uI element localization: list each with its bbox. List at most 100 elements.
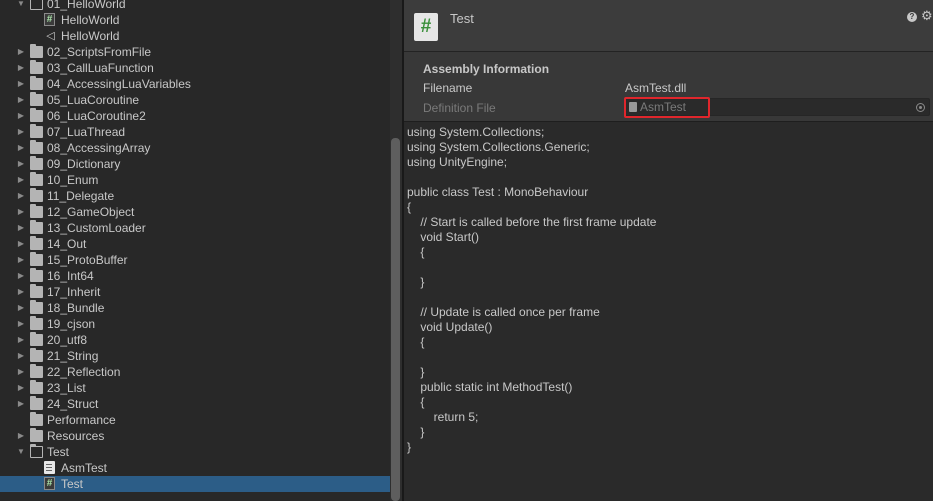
chevron-right-icon[interactable]: ▶ <box>16 332 26 348</box>
csharp-script-icon: # <box>414 13 438 41</box>
folder-icon <box>30 236 43 250</box>
chevron-down-icon[interactable]: ▼ <box>16 444 26 460</box>
filename-value: AsmTest.dll <box>625 81 687 95</box>
tree-item[interactable]: ▶ 20_utf8 <box>0 332 390 348</box>
assembly-information-section: Assembly Information Filename AsmTest.dl… <box>404 53 933 121</box>
tree-item[interactable]: AsmTest <box>0 460 390 476</box>
chevron-right-icon[interactable]: ▶ <box>16 348 26 364</box>
tree-item-label: HelloWorld <box>61 13 120 27</box>
tree-item[interactable]: ▶ 08_AccessingArray <box>0 140 390 156</box>
chevron-right-icon[interactable]: ▶ <box>16 380 26 396</box>
chevron-right-icon[interactable]: ▶ <box>16 268 26 284</box>
chevron-right-icon[interactable]: ▶ <box>16 108 26 124</box>
tree-item-label: 14_Out <box>47 237 87 251</box>
tree-item-label: 19_cjson <box>47 317 96 331</box>
tree-item[interactable]: ◁ HelloWorld <box>0 28 390 44</box>
tree-item[interactable]: ▶ 24_Struct <box>0 396 390 412</box>
tree-item[interactable]: ▶ 17_Inherit <box>0 284 390 300</box>
folder-open-icon <box>30 0 43 10</box>
tree-item-label: 15_ProtoBuffer <box>47 253 128 267</box>
tree-item-label: 20_utf8 <box>47 333 88 347</box>
chevron-right-icon[interactable]: ▶ <box>16 76 26 92</box>
tree-item[interactable]: ▼ 01_HelloWorld <box>0 0 390 12</box>
folder-icon <box>30 348 43 362</box>
chevron-right-icon[interactable]: ▶ <box>16 44 26 60</box>
tree-item[interactable]: ▶ 12_GameObject <box>0 204 390 220</box>
script-source-code: using System.Collections; using System.C… <box>407 125 657 454</box>
tree-item[interactable]: ▶ 03_CallLuaFunction <box>0 60 390 76</box>
tree-item[interactable]: ▶ 21_String <box>0 348 390 364</box>
tree-item[interactable]: ▶ 15_ProtoBuffer <box>0 252 390 268</box>
chevron-right-icon[interactable]: ▶ <box>16 140 26 156</box>
tree-item[interactable]: ▶ 18_Bundle <box>0 300 390 316</box>
chevron-right-icon[interactable]: ▶ <box>16 60 26 76</box>
tree-item-label: 11_Delegate <box>47 189 115 203</box>
project-scrollbar-thumb[interactable] <box>391 138 400 501</box>
tree-item-label: 06_LuaCoroutine2 <box>47 109 146 123</box>
chevron-right-icon[interactable]: ▶ <box>16 172 26 188</box>
folder-icon <box>30 92 43 106</box>
tree-item[interactable]: ▶ 05_LuaCoroutine <box>0 92 390 108</box>
chevron-right-icon[interactable]: ▶ <box>16 396 26 412</box>
folder-icon <box>30 300 43 314</box>
chevron-right-icon[interactable]: ▶ <box>16 364 26 380</box>
tree-item-label: 04_AccessingLuaVariables <box>47 77 191 91</box>
tree-item[interactable]: ▶ 06_LuaCoroutine2 <box>0 108 390 124</box>
csharp-script-icon: # <box>44 13 55 26</box>
tree-item[interactable]: ▶ 10_Enum <box>0 172 390 188</box>
folder-icon <box>30 76 43 90</box>
chevron-right-icon[interactable]: ▶ <box>16 156 26 172</box>
gear-icon[interactable]: ⚙ <box>921 9 933 23</box>
tree-item[interactable]: Performance <box>0 412 390 428</box>
folder-icon <box>30 156 43 170</box>
csharp-script-icon: # <box>44 477 55 490</box>
tree-item-label: AsmTest <box>61 461 108 475</box>
tree-item-label: Resources <box>47 429 105 443</box>
tree-item[interactable]: ▶ 14_Out <box>0 236 390 252</box>
scene-icon: ◁ <box>46 30 55 42</box>
folder-icon <box>30 60 43 74</box>
definition-file-label: Definition File <box>423 101 496 115</box>
chevron-right-icon[interactable]: ▶ <box>16 252 26 268</box>
tree-item[interactable]: ▶ 11_Delegate <box>0 188 390 204</box>
tree-item[interactable]: ▶ 13_CustomLoader <box>0 220 390 236</box>
tree-item-label: 09_Dictionary <box>47 157 121 171</box>
chevron-right-icon[interactable]: ▶ <box>16 316 26 332</box>
chevron-right-icon[interactable]: ▶ <box>16 284 26 300</box>
tree-item[interactable]: ▼ Test <box>0 443 390 460</box>
tree-item[interactable]: ▶ 19_cjson <box>0 316 390 332</box>
tree-item[interactable]: ▶ 02_ScriptsFromFile <box>0 44 390 60</box>
tree-item-label: 16_Int64 <box>47 269 94 283</box>
tree-item[interactable]: # HelloWorld <box>0 12 390 28</box>
chevron-right-icon[interactable]: ▶ <box>16 428 26 444</box>
object-picker-icon[interactable] <box>916 103 925 112</box>
tree-item[interactable]: # Test <box>0 476 390 492</box>
help-icon[interactable]: ? <box>907 12 917 22</box>
tree-item[interactable]: ▶ 09_Dictionary <box>0 156 390 172</box>
chevron-right-icon[interactable]: ▶ <box>16 124 26 140</box>
folder-icon <box>30 428 43 442</box>
filename-label: Filename <box>423 81 473 95</box>
tree-item-label: 22_Reflection <box>47 365 121 379</box>
tree-item[interactable]: ▶ 22_Reflection <box>0 364 390 380</box>
tree-item-label: 01_HelloWorld <box>47 0 126 11</box>
tree-item[interactable]: ▶ 07_LuaThread <box>0 124 390 140</box>
tree-item[interactable]: ▶ 04_AccessingLuaVariables <box>0 76 390 92</box>
tree-item-label: 10_Enum <box>47 173 99 187</box>
chevron-down-icon[interactable]: ▼ <box>16 0 26 12</box>
assembly-definition-icon <box>44 461 55 474</box>
chevron-right-icon[interactable]: ▶ <box>16 204 26 220</box>
inspector-header: # Test ? ⚙ <box>404 0 933 52</box>
tree-item-label: 21_String <box>47 349 99 363</box>
tree-item[interactable]: ▶ 16_Int64 <box>0 268 390 284</box>
tree-item[interactable]: ▶ 23_List <box>0 380 390 396</box>
chevron-right-icon[interactable]: ▶ <box>16 92 26 108</box>
tree-item-label: 24_Struct <box>47 397 99 411</box>
chevron-right-icon[interactable]: ▶ <box>16 188 26 204</box>
chevron-right-icon[interactable]: ▶ <box>16 300 26 316</box>
tree-item-label: 17_Inherit <box>47 285 101 299</box>
chevron-right-icon[interactable]: ▶ <box>16 236 26 252</box>
folder-icon <box>30 220 43 234</box>
chevron-right-icon[interactable]: ▶ <box>16 220 26 236</box>
tree-item[interactable]: ▶ Resources <box>0 428 390 444</box>
